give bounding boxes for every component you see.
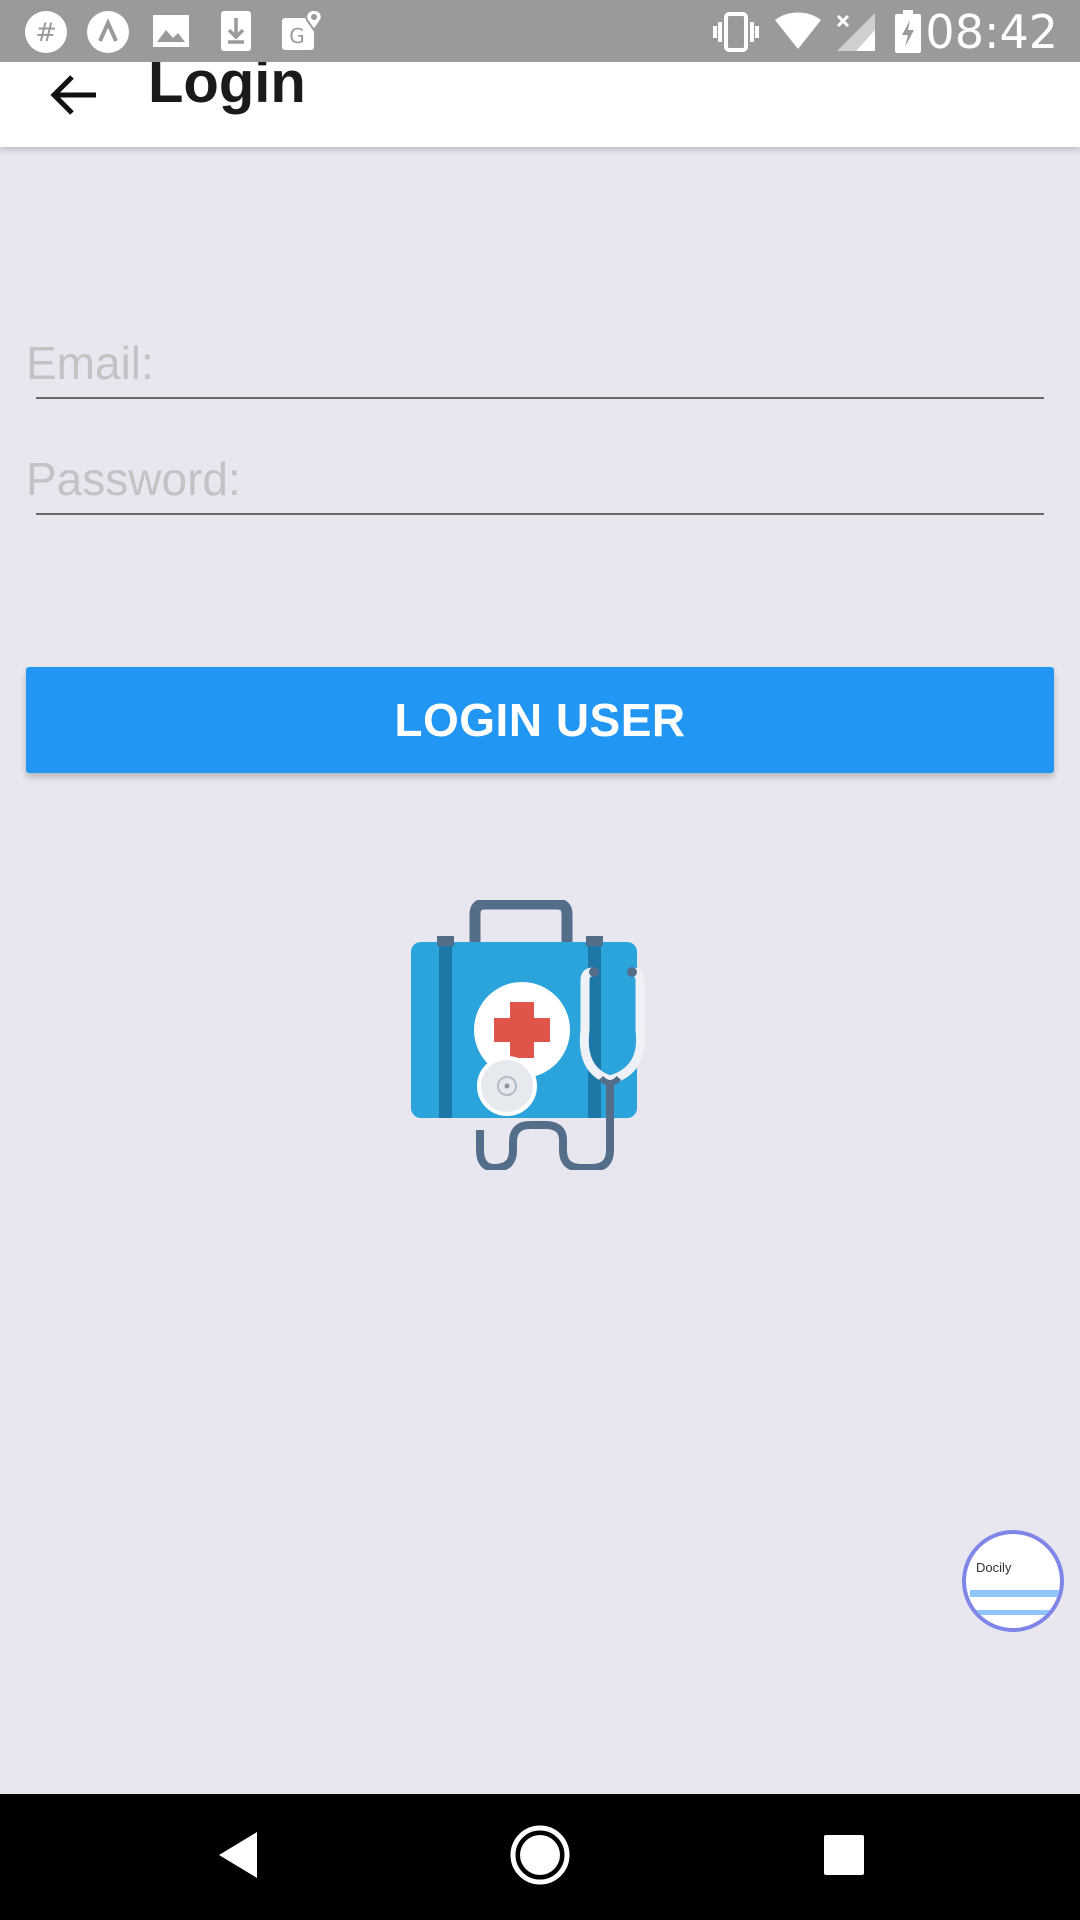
- arrow-left-icon: [50, 73, 100, 122]
- image-icon: [152, 14, 190, 53]
- battery-charging-icon: [894, 10, 922, 59]
- login-user-button[interactable]: LOGIN USER: [26, 667, 1054, 773]
- email-input[interactable]: [26, 328, 1044, 398]
- cell-signal-icon: [836, 12, 876, 57]
- svg-text:#: #: [35, 18, 57, 48]
- bubble-preview-bar: [970, 1610, 1060, 1615]
- status-time: 08:42: [925, 5, 1058, 59]
- square-recents-icon: [823, 1834, 865, 1881]
- vibrate-icon: [712, 12, 760, 57]
- download-icon: [220, 10, 252, 57]
- svg-text:G: G: [289, 24, 305, 48]
- medical-kit-icon: [405, 898, 675, 1173]
- password-underline: [36, 513, 1044, 515]
- wifi-icon: [774, 12, 822, 55]
- email-underline: [36, 397, 1044, 399]
- password-input[interactable]: [26, 444, 1044, 514]
- page-title: Login: [148, 50, 306, 115]
- slack-icon: #: [24, 10, 68, 59]
- app-bar: Login: [0, 50, 1080, 147]
- email-field[interactable]: [26, 328, 1046, 399]
- triangle-back-icon: [217, 1830, 261, 1885]
- nav-back-button[interactable]: [194, 1812, 284, 1902]
- navigation-bar: [0, 1794, 1080, 1920]
- status-bar: # G 08:42: [0, 0, 1080, 62]
- bubble-preview-bar: [970, 1590, 1060, 1597]
- app-icon: [86, 10, 130, 59]
- circle-home-icon: [509, 1824, 571, 1891]
- docily-bubble-label: Docily: [976, 1560, 1012, 1575]
- nav-recents-button[interactable]: [799, 1812, 889, 1902]
- nav-home-button[interactable]: [495, 1812, 585, 1902]
- password-field[interactable]: [26, 444, 1046, 515]
- docily-floating-bubble[interactable]: Docily: [962, 1530, 1064, 1632]
- maps-icon: G: [280, 8, 324, 57]
- login-screen: # G 08:42 Login Email: LOGIN USER Docily: [0, 0, 1080, 1920]
- back-button[interactable]: [40, 62, 110, 132]
